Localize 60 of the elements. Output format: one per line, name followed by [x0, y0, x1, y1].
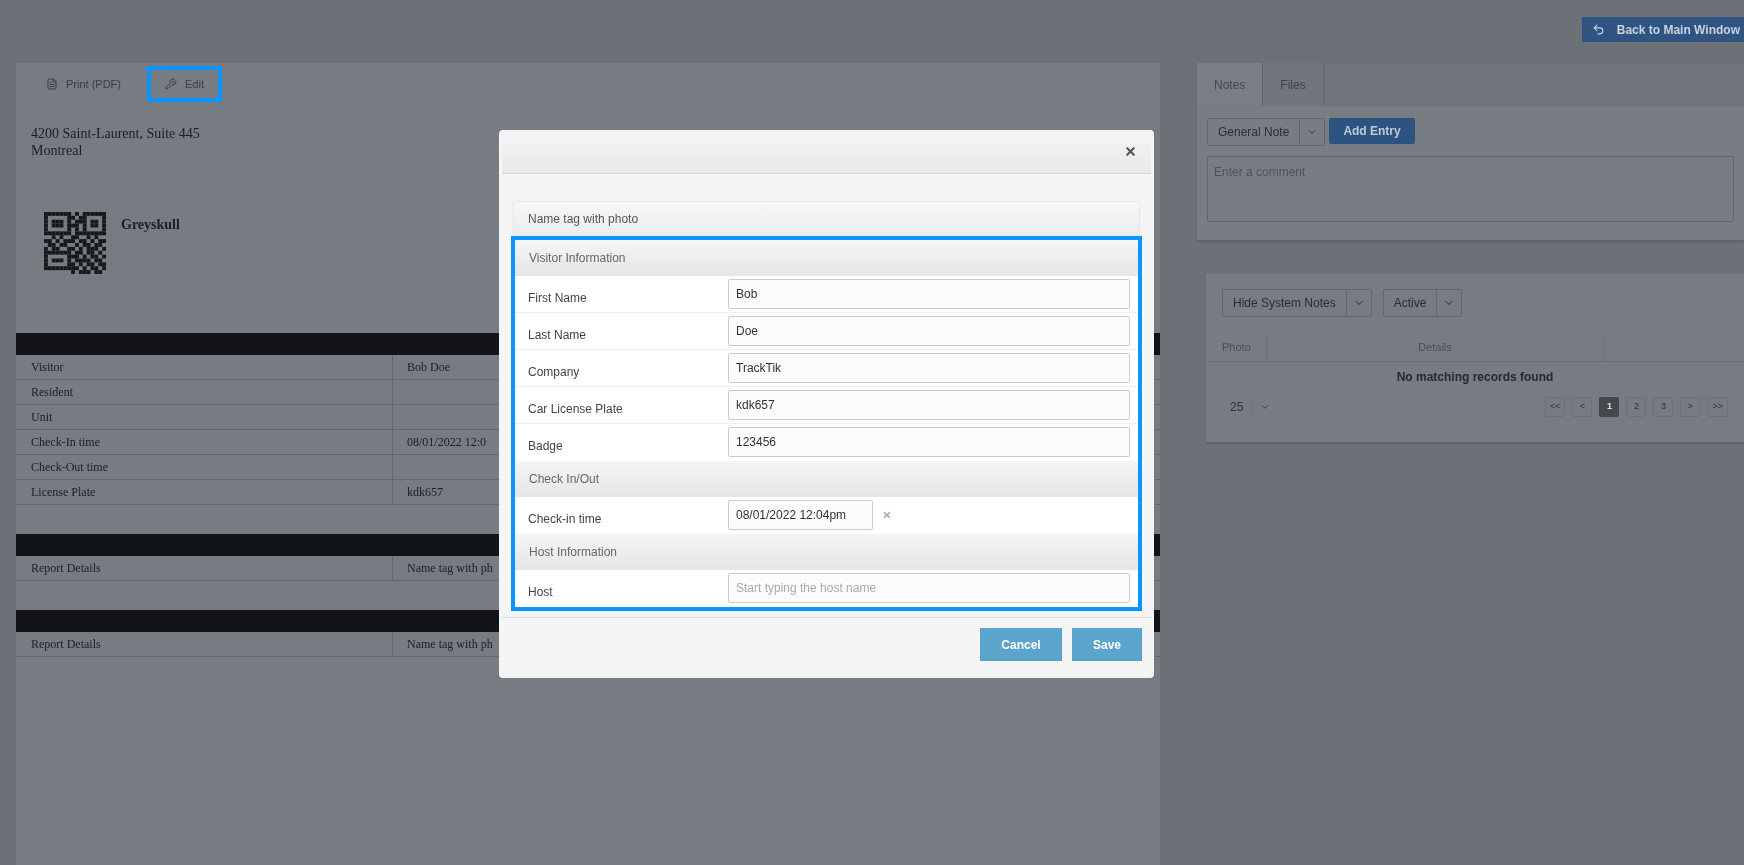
table-cell-text: Check-In time — [31, 434, 100, 451]
section-title: Name tag with photo — [528, 211, 639, 228]
site-name: Greyskull — [121, 216, 180, 234]
close-icon — [1124, 145, 1137, 158]
table-cell-text: Check-Out time — [31, 459, 108, 476]
back-arrow-icon — [1591, 23, 1605, 36]
document-icon — [46, 78, 58, 90]
page-button[interactable]: > — [1680, 397, 1701, 417]
table-cell-text: License Plate — [31, 484, 96, 501]
field-label: Last Name — [528, 328, 587, 342]
table-cell-text: Bob Doe — [407, 359, 450, 376]
table-cell-text: Visitor — [31, 359, 64, 376]
table-cell-text: Report Details — [31, 560, 101, 577]
qr-code-icon — [43, 212, 107, 274]
table-cell-text: Report Details — [31, 636, 101, 653]
page-button[interactable]: 1 — [1599, 397, 1620, 417]
input-field[interactable]: TrackTik — [728, 353, 1130, 383]
filter-dropdown[interactable]: Active — [1382, 289, 1463, 317]
page-button[interactable]: << — [1544, 397, 1566, 417]
clear-icon — [882, 510, 892, 520]
page-button[interactable]: 3 — [1653, 397, 1674, 417]
empty-message: No matching records found — [1396, 369, 1554, 386]
save-button[interactable]: Save — [1072, 628, 1142, 661]
note-type-dropdown[interactable]: General Note — [1207, 118, 1326, 146]
wrench-icon — [165, 78, 177, 90]
table-cell-text: 08/01/2022 12:0 — [407, 434, 486, 451]
cancel-button[interactable]: Cancel — [980, 628, 1062, 661]
page-button[interactable]: 2 — [1626, 397, 1647, 417]
page-size-dropdown[interactable]: 25 — [1222, 395, 1271, 419]
date-time-field[interactable]: 08/01/2022 12:04pm — [728, 500, 873, 530]
address-line: 4200 Saint-Laurent, Suite 445 — [31, 125, 200, 142]
filter-dropdown[interactable]: Hide System Notes — [1222, 289, 1372, 317]
table-cell-text: Name tag with ph — [407, 560, 493, 577]
group-title: Visitor Information — [529, 250, 626, 267]
field-label: Check-in time — [528, 512, 602, 526]
edit-button[interactable]: Edit — [147, 66, 222, 102]
input-field[interactable]: Start typing the host name — [728, 573, 1130, 603]
field-label: First Name — [528, 291, 587, 305]
back-button[interactable]: Back to Main Window — [1581, 17, 1744, 42]
group-title: Check In/Out — [529, 471, 600, 488]
group-title: Host Information — [529, 544, 618, 561]
print-pdf-button[interactable]: Print (PDF) — [28, 66, 139, 102]
field-label: Badge — [528, 439, 563, 453]
caret-icon — [1260, 402, 1271, 412]
tab[interactable]: Notes — [1197, 63, 1264, 106]
page-button[interactable]: >> — [1707, 397, 1728, 417]
page-button[interactable]: < — [1572, 397, 1593, 417]
field-label: Company — [528, 365, 580, 379]
add-entry-button[interactable]: Add Entry — [1329, 118, 1415, 144]
input-field[interactable]: Doe — [728, 316, 1130, 346]
input-field[interactable]: Bob — [728, 279, 1130, 309]
address-line: Montreal — [31, 142, 83, 159]
table-cell-text: kdk657 — [407, 484, 443, 501]
input-field[interactable]: 123456 — [728, 427, 1130, 457]
table-cell-text: Resident — [31, 384, 73, 401]
field-label: Host — [528, 585, 553, 599]
table-cell-text: Unit — [31, 409, 53, 426]
input-field[interactable]: kdk657 — [728, 390, 1130, 420]
table-cell-text: Name tag with ph — [407, 636, 493, 653]
field-label: Car License Plate — [528, 402, 623, 416]
